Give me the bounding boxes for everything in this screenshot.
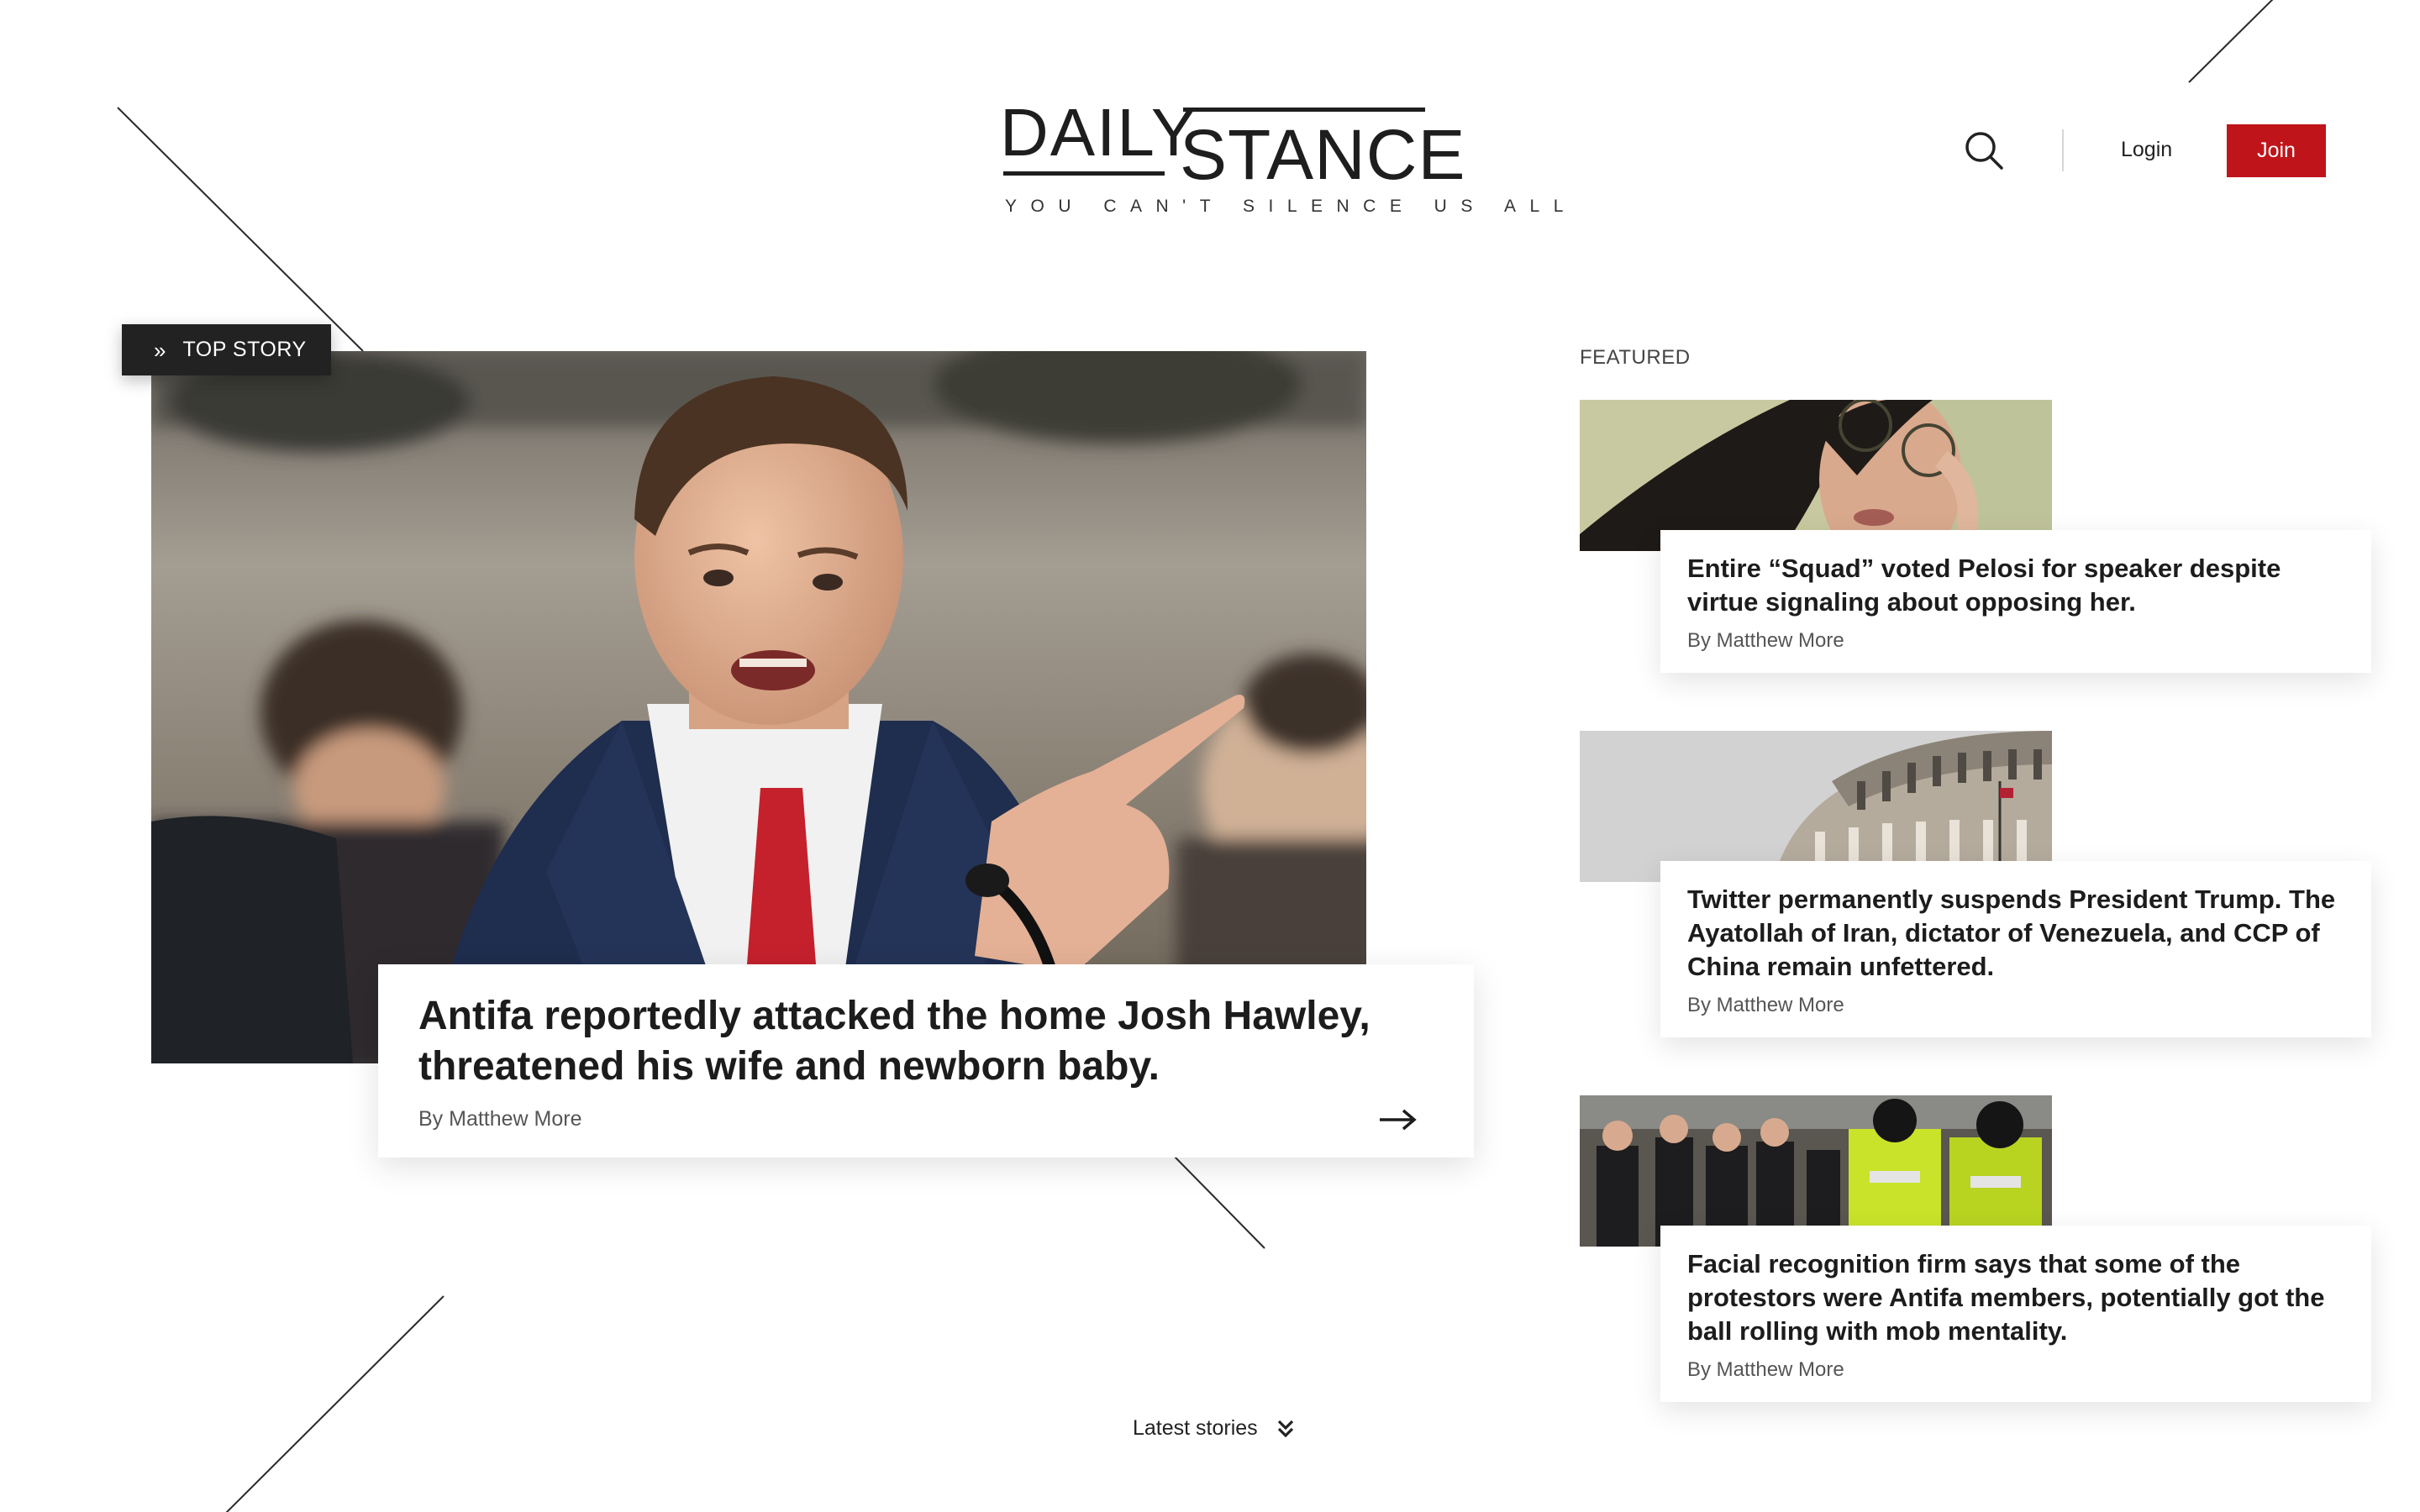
featured-card[interactable]: Facial recognition firm says that some o… <box>1660 1226 2371 1402</box>
featured-headline[interactable]: Twitter permanently suspends President T… <box>1687 883 2344 984</box>
featured-image[interactable] <box>1580 1095 2052 1247</box>
featured-image[interactable] <box>1580 731 2052 882</box>
featured-card[interactable]: Twitter permanently suspends President T… <box>1660 861 2371 1037</box>
featured-photo <box>1580 1095 2052 1247</box>
featured-byline: By Matthew More <box>1687 1358 1844 1381</box>
featured-byline: By Matthew More <box>1687 629 1844 652</box>
latest-stories-link[interactable]: Latest stories <box>1133 1416 1295 1441</box>
login-link[interactable]: Login <box>2121 138 2172 162</box>
featured-image[interactable] <box>1580 400 2052 551</box>
search-button[interactable] <box>1963 129 2007 173</box>
top-story-headline[interactable]: Antifa reportedly attacked the home Josh… <box>418 991 1427 1092</box>
double-chevron-down-icon <box>1277 1420 1293 1437</box>
top-story-byline: By Matthew More <box>418 1107 582 1131</box>
top-story-image[interactable] <box>151 351 1366 1063</box>
featured-headline[interactable]: Facial recognition firm says that some o… <box>1687 1247 2344 1348</box>
logo-rule <box>1183 108 1425 112</box>
featured-photo <box>1580 731 2052 882</box>
double-chevron-right-icon: » <box>154 337 166 363</box>
page: DAILY STANCE YOU CAN'T SILENCE US ALL Lo… <box>0 0 2420 1512</box>
join-button[interactable]: Join <box>2227 124 2326 177</box>
logo-tagline: YOU CAN'T SILENCE US ALL <box>1005 197 1577 216</box>
logo-wordmark-stance: STANCE <box>1180 115 1466 194</box>
featured-card[interactable]: Entire “Squad” voted Pelosi for speaker … <box>1660 530 2371 673</box>
header-divider <box>2062 129 2064 171</box>
featured-byline: By Matthew More <box>1687 994 1844 1016</box>
site-logo[interactable]: DAILY STANCE YOU CAN'T SILENCE US ALL <box>1000 95 1577 225</box>
top-story-badge-label: TOP STORY <box>182 338 307 361</box>
top-story-card[interactable]: Antifa reportedly attacked the home Josh… <box>378 964 1474 1158</box>
search-icon <box>1965 132 2003 170</box>
logo-rule <box>1003 171 1165 176</box>
top-story-badge: » TOP STORY <box>122 324 331 375</box>
top-story-photo <box>151 351 1366 1063</box>
logo-wordmark-daily: DAILY <box>1000 95 1198 170</box>
latest-stories-label: Latest stories <box>1133 1416 1258 1440</box>
featured-section-label: FEATURED <box>1580 346 1691 369</box>
featured-headline[interactable]: Entire “Squad” voted Pelosi for speaker … <box>1687 552 2344 619</box>
featured-photo <box>1580 400 2052 551</box>
arrow-right-icon[interactable] <box>1378 1107 1417 1132</box>
